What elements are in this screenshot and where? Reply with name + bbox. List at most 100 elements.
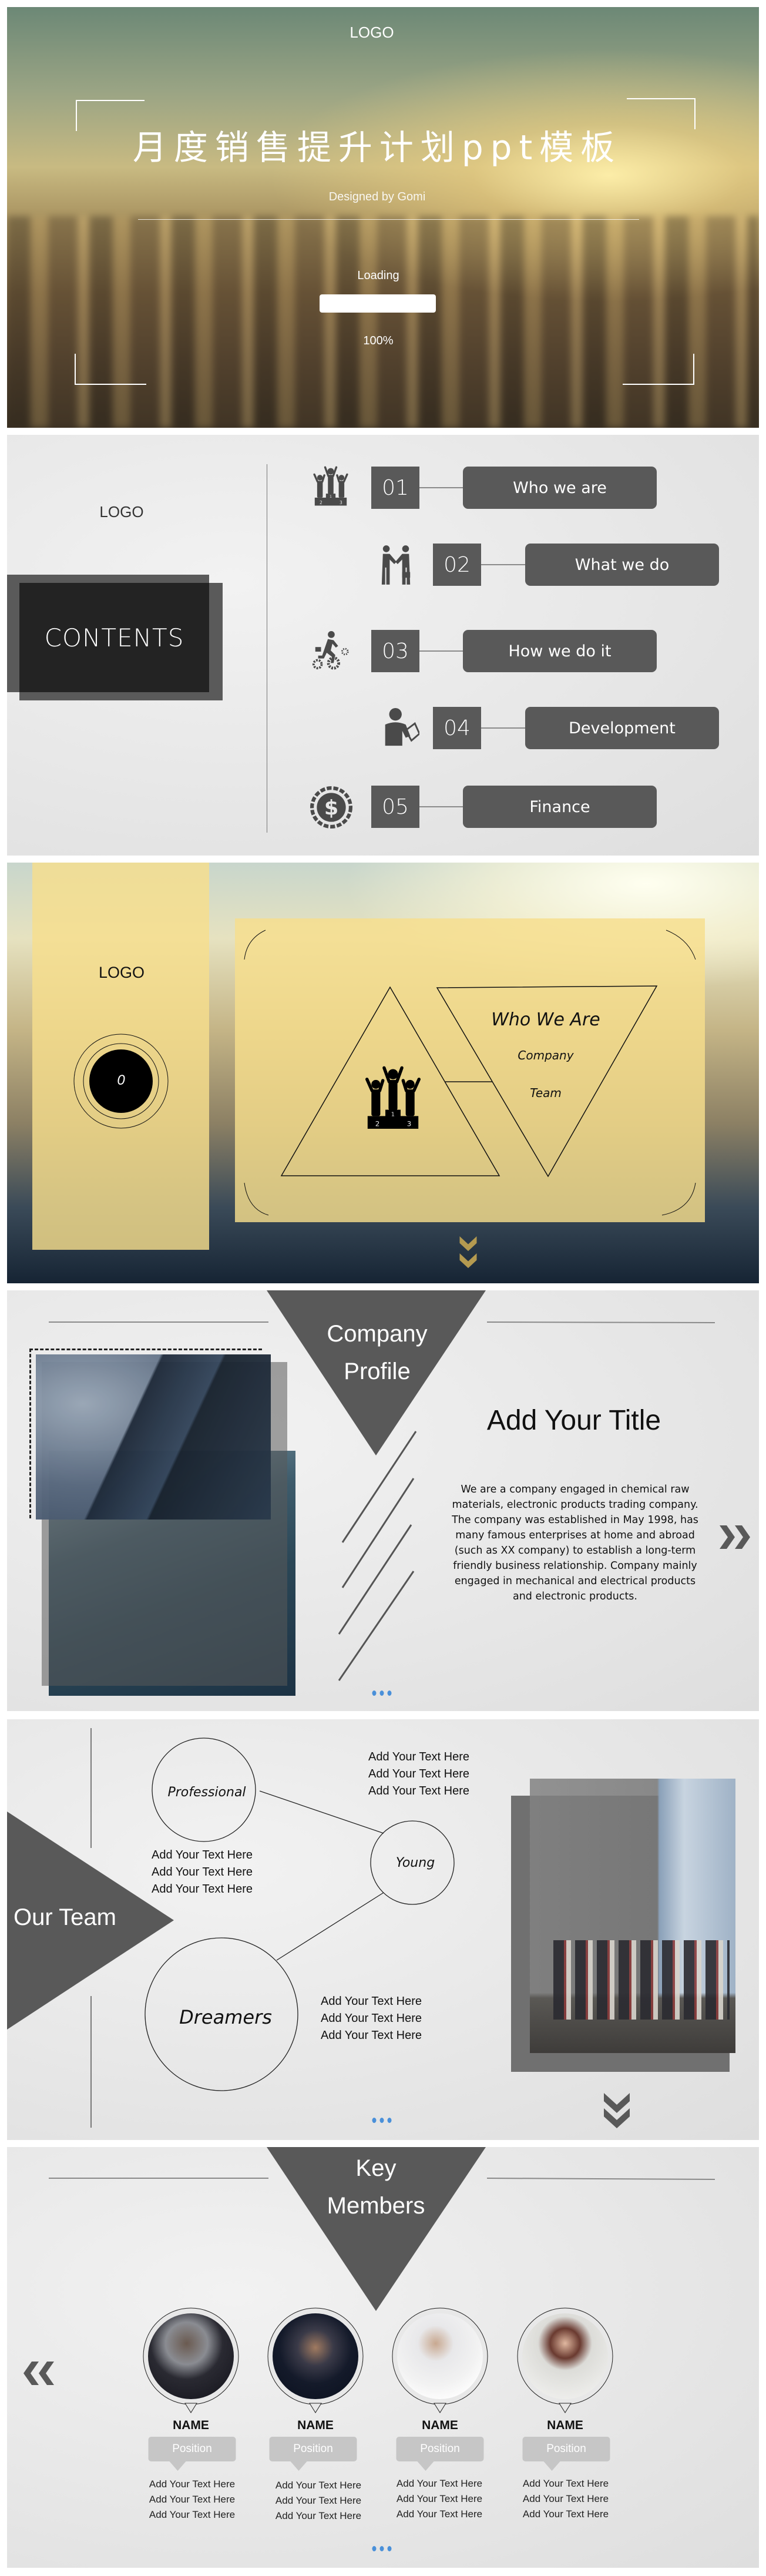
section-title: Who We Are — [491, 1009, 600, 1030]
text-line: Add Your Text Here — [149, 2509, 236, 2520]
text-line: Add Your Text Here — [396, 2478, 483, 2489]
loading-label: Loading — [357, 269, 399, 282]
presentation-title: 月度销售提升计划ppt模板 — [132, 128, 622, 167]
member-name: NAME — [297, 2419, 334, 2432]
slide-title: LOGO 月度销售提升计划ppt模板 Designed by Gomi Load… — [7, 7, 759, 428]
avatar-4 — [517, 2307, 613, 2413]
team-photo — [530, 1779, 735, 2053]
text-line: Add Your Text Here — [321, 2029, 422, 2042]
contents-item-what-we-do[interactable]: What we do — [525, 544, 719, 586]
section-header-line2: Profile — [344, 1359, 411, 1384]
member-position: Position — [522, 2437, 610, 2471]
item-number-05: 05 — [371, 786, 419, 828]
text-line: Add Your Text Here — [149, 2478, 236, 2490]
circle-label-professional: Professional — [167, 1785, 246, 1800]
contents-item-how-we-do-it[interactable]: How we do it — [463, 630, 657, 672]
runner-gears-icon — [312, 631, 349, 670]
text-line: Add Your Text Here — [321, 2012, 422, 2025]
text-line: Add Your Text Here — [275, 2510, 362, 2521]
avatar-1 — [143, 2307, 239, 2413]
pagination-dots — [372, 2118, 392, 2123]
text-line: Add Your Text Here — [396, 2493, 483, 2504]
text-block-top: Add Your Text Here Add Your Text Here Ad… — [368, 1749, 469, 1800]
frame-corner-bottom-left — [75, 354, 146, 385]
text-line: Add Your Text Here — [152, 1866, 253, 1879]
section-header: Our Team — [14, 1904, 116, 1930]
item-number-02: 02 — [433, 544, 481, 586]
item-number-03: 03 — [371, 630, 419, 672]
team-people — [553, 1940, 730, 2020]
member-avatars — [143, 2307, 613, 2413]
circle-label-dreamers: Dreamers — [179, 2006, 272, 2028]
text-line: Add Your Text Here — [522, 2508, 609, 2520]
position-label: Position — [293, 2443, 333, 2455]
divider — [138, 219, 639, 220]
connector — [419, 650, 463, 652]
text-line: Add Your Text Here — [149, 2494, 236, 2505]
text-line: Add Your Text Here — [396, 2508, 483, 2520]
city-background — [7, 216, 759, 428]
member-description: Add Your Text Here Add Your Text Here Ad… — [397, 2476, 482, 2522]
contents-item-finance[interactable]: Finance — [463, 786, 657, 828]
contents-item-who-we-are[interactable]: Who we are — [463, 467, 657, 509]
dollar-coin-icon: $ — [310, 786, 352, 829]
member-position: Position — [148, 2437, 236, 2471]
connector — [481, 564, 525, 565]
text-line: Add Your Text Here — [368, 1767, 469, 1780]
member-name: NAME — [173, 2419, 209, 2432]
member-name: NAME — [422, 2419, 458, 2432]
contents-heading: CONTENTS — [44, 623, 184, 652]
text-line: Add Your Text Here — [321, 1995, 422, 2008]
slide-key-members: Key Members NAME Position Add Your Text … — [7, 2147, 759, 2568]
text-line: Add Your Text Here — [522, 2478, 609, 2489]
contents-item-development[interactable]: Development — [525, 707, 719, 749]
item-number-01: 01 — [371, 467, 419, 509]
designer-credit: Designed by Gomi — [328, 190, 426, 203]
handshake-icon — [381, 545, 411, 585]
svg-text:$: $ — [324, 796, 338, 820]
section-line-team: Team — [530, 1086, 562, 1100]
text-line: Add Your Text Here — [368, 1785, 469, 1797]
item-number-04: 04 — [433, 707, 481, 749]
circle-label-young: Young — [395, 1856, 435, 1870]
logo: LOGO — [99, 503, 144, 521]
member-position: Position — [396, 2437, 484, 2471]
text-line: Add Your Text Here — [152, 1883, 253, 1896]
progress-percent: 100% — [363, 334, 394, 347]
slide-who-we-are: LOGO 0 Who We Are Company Team — [7, 863, 759, 1283]
content-title: Add Your Title — [486, 1405, 661, 1436]
chevron-right-double-icon[interactable] — [720, 1525, 755, 1549]
text-line: Add Your Text Here — [275, 2480, 362, 2491]
loading-progress-bar — [320, 294, 436, 313]
text-block-left: Add Your Text Here Add Your Text Here Ad… — [152, 1847, 253, 1898]
building-photo-top — [36, 1354, 271, 1520]
text-block-bottom: Add Your Text Here Add Your Text Here Ad… — [321, 1993, 422, 2044]
frame-corner-bottom-right — [623, 354, 694, 385]
text-line: Add Your Text Here — [522, 2493, 609, 2504]
member-position: Position — [269, 2437, 357, 2471]
chevron-down-double-icon[interactable] — [459, 1236, 477, 1270]
connector — [419, 806, 463, 807]
connector — [481, 727, 525, 729]
text-line: Add Your Text Here — [275, 2495, 362, 2506]
podium-icon — [361, 1062, 425, 1132]
chevron-down-double-icon[interactable] — [604, 2093, 630, 2128]
presenter-icon — [385, 707, 419, 746]
slide-our-team: Our Team Professional Young Dreamers Add… — [7, 1719, 759, 2140]
position-label: Position — [420, 2443, 460, 2455]
pagination-dots — [372, 1690, 392, 1696]
member-description: Add Your Text Here Add Your Text Here Ad… — [523, 2476, 609, 2522]
member-description: Add Your Text Here Add Your Text Here Ad… — [276, 2478, 361, 2524]
position-label: Position — [172, 2443, 212, 2455]
frame-corner-top-right — [627, 98, 696, 129]
slide-contents: LOGO CONTENTS 01 Who we are 02 What we d… — [7, 435, 759, 856]
avatar-2 — [267, 2307, 364, 2413]
pagination-dots — [372, 2546, 392, 2551]
connector — [419, 487, 463, 488]
section-header-line1: Company — [327, 1321, 428, 1347]
podium-icon — [311, 464, 351, 507]
member-description: Add Your Text Here Add Your Text Here Ad… — [149, 2477, 235, 2523]
text-line: Add Your Text Here — [152, 1849, 253, 1861]
member-name: NAME — [547, 2419, 583, 2432]
text-line: Add Your Text Here — [368, 1750, 469, 1763]
